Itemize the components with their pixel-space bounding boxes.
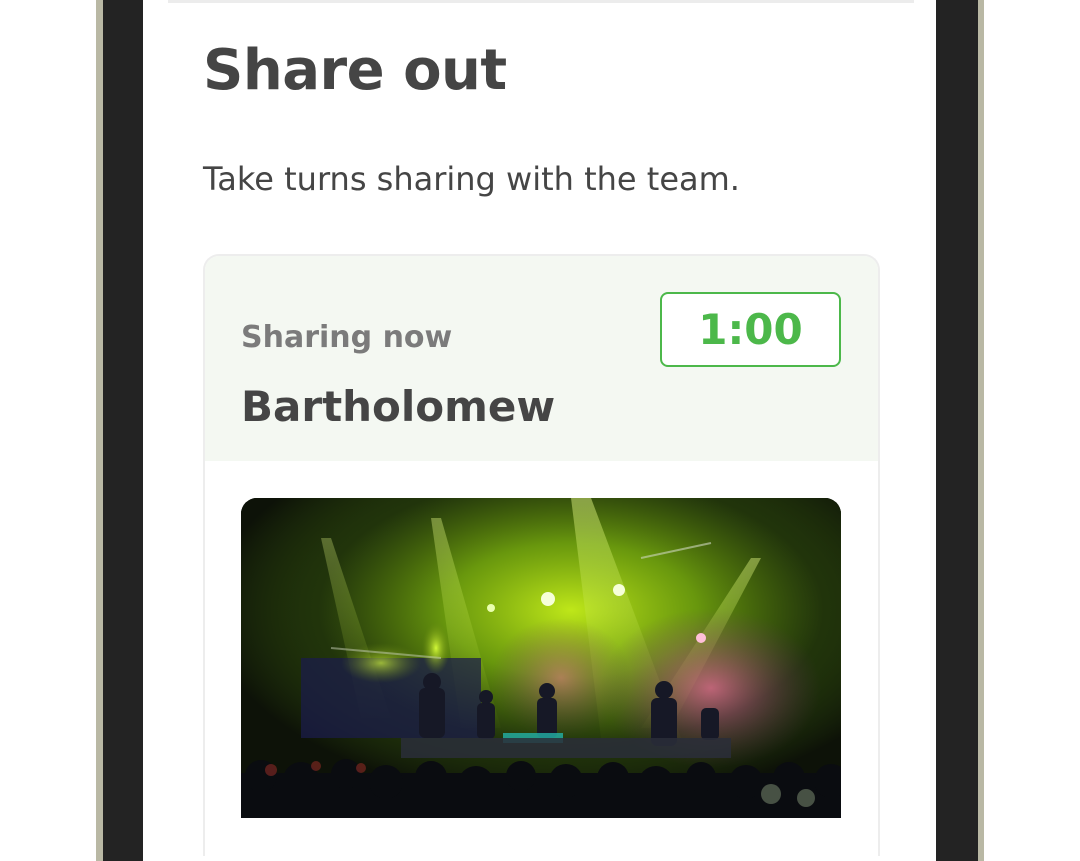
presenter-name: Bartholomew [241, 382, 556, 431]
timer-value: 1:00 [698, 305, 803, 354]
top-divider [168, 0, 914, 3]
share-card-header: Sharing now Bartholomew 1:00 [205, 256, 878, 461]
share-card: Sharing now Bartholomew 1:00 [203, 254, 880, 856]
concert-stage-photo [241, 498, 841, 818]
shared-photo [241, 498, 841, 818]
sharing-now-label: Sharing now [241, 320, 453, 355]
page-subtitle: Take turns sharing with the team. [203, 160, 740, 198]
timer[interactable]: 1:00 [660, 292, 841, 367]
app-screen: Share out Take turns sharing with the te… [143, 0, 936, 861]
page-title: Share out [203, 38, 507, 103]
